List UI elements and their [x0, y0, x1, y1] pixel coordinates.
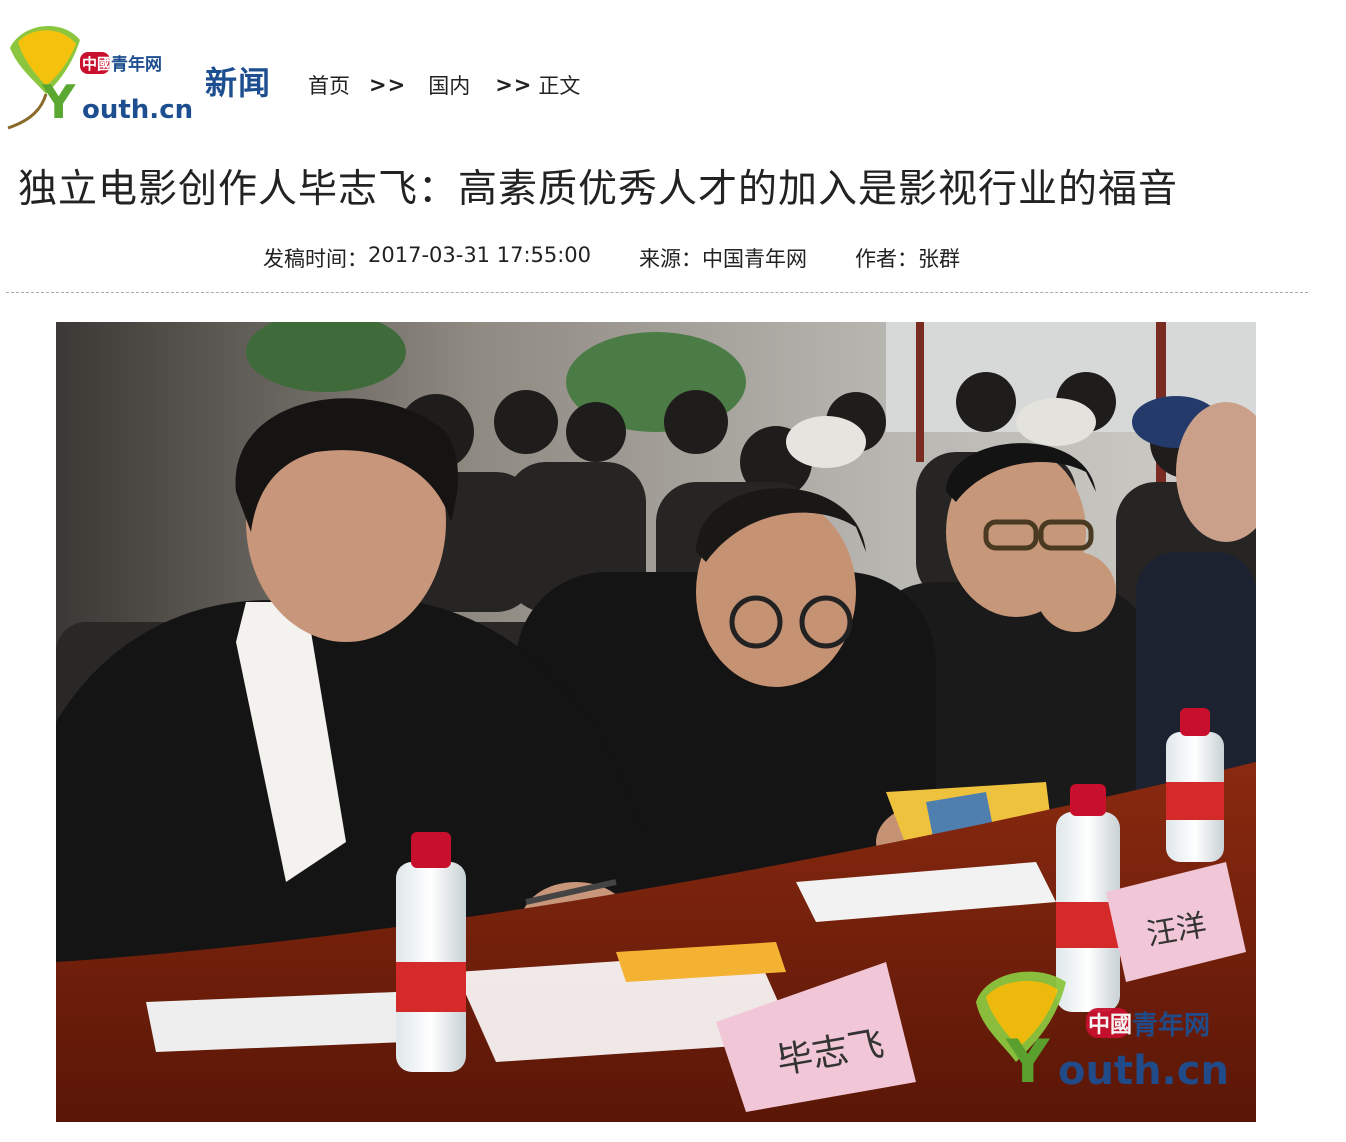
author-label: 作者： [855, 247, 919, 271]
breadcrumb-separator: >> [495, 73, 533, 97]
watermark-chinese-seal: 中國 [1088, 1013, 1132, 1038]
logo-y-letter: Y [41, 75, 76, 129]
section-title[interactable]: 新闻 [205, 58, 271, 104]
breadcrumb-separator: >> [369, 73, 407, 97]
article-photo: 毕志飞 汪洋 Y 中國 青年网 outh.cn [56, 322, 1256, 1122]
author-name: 张群 [918, 247, 961, 271]
source-label: 来源： [639, 247, 703, 271]
watermark-y-letter: Y [1005, 1027, 1051, 1097]
breadcrumb-home-link[interactable]: 首页 [308, 70, 350, 100]
breadcrumb-domestic-link[interactable]: 国内 [428, 70, 470, 100]
published-label: 发稿时间： [263, 247, 368, 271]
published-time: 2017-03-31 17:55:00 [368, 243, 592, 267]
watermark-english: outh.cn [1058, 1048, 1229, 1094]
source-name[interactable]: 中国青年网 [702, 243, 807, 273]
breadcrumb-current: 正文 [538, 74, 581, 98]
watermark-chinese-rest: 青年网 [1132, 1010, 1210, 1041]
logo-chinese-name: 中國 [82, 55, 112, 73]
logo-english-name: outh.cn [82, 95, 192, 125]
breadcrumb: 首页 >> 国内 >> 正文 [308, 70, 580, 100]
article-title: 独立电影创作人毕志飞：高素质优秀人才的加入是影视行业的福音 [18, 167, 1179, 212]
logo-chinese-name-rest: 青年网 [111, 54, 162, 75]
article-meta: 发稿时间： 2017-03-31 17:55:00 来源： 中国青年网 作者： … [263, 243, 960, 273]
divider [6, 292, 1308, 293]
water-bottle [396, 832, 466, 1072]
site-logo[interactable]: Y 中國 青年网 outh.cn [2, 18, 193, 130]
